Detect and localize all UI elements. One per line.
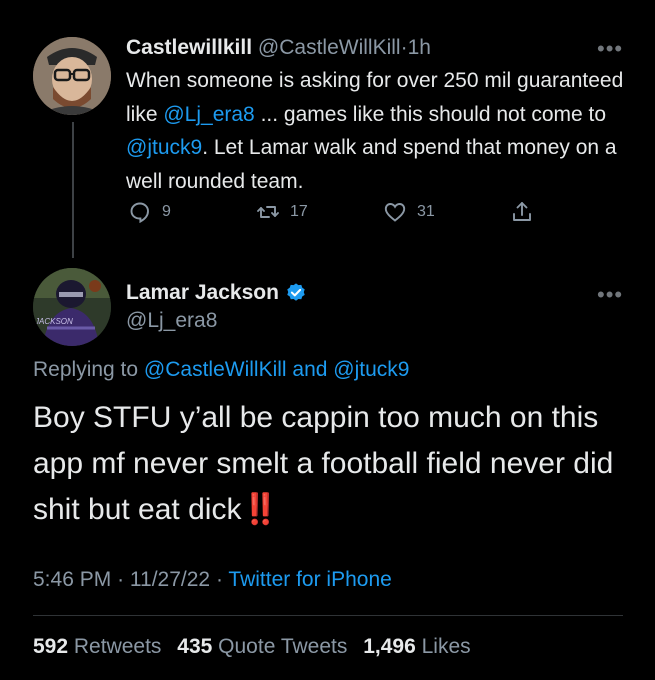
verified-badge-icon — [287, 283, 305, 301]
parent-text-part: ... games like this should not come to — [254, 102, 607, 126]
jersey-text: JACKSON — [34, 317, 73, 326]
quote-tweets-label: Quote Tweets — [218, 635, 348, 658]
meta-separator: · — [215, 568, 223, 591]
parent-display-name[interactable]: Castlewillkill — [126, 36, 252, 59]
double-exclamation-emoji: ‼️ — [241, 493, 279, 526]
retweets-label: Retweets — [73, 635, 162, 658]
parent-handle[interactable]: @CastleWillKill — [258, 36, 401, 59]
reply-target-link[interactable]: @CastleWillKill — [144, 358, 287, 381]
reply-button[interactable]: 9 — [128, 200, 171, 224]
parent-tweet-header: Castlewillkill @CastleWillKill·1h — [126, 36, 431, 60]
avatar[interactable] — [33, 37, 111, 115]
divider — [33, 615, 623, 616]
parent-time-separator: · — [400, 36, 408, 59]
reply-icon — [130, 202, 149, 224]
quote-tweets-stat[interactable]: 435 Quote Tweets — [177, 635, 347, 658]
parent-tweet-text: When someone is asking for over 250 mil … — [126, 64, 636, 198]
retweets-count: 592 — [33, 635, 69, 658]
tweet-time[interactable]: 5:46 PM — [33, 568, 111, 591]
avatar[interactable]: JACKSON — [33, 268, 111, 346]
retweet-button[interactable]: 17 — [256, 200, 308, 224]
likes-label: Likes — [421, 635, 471, 658]
engagement-stats: 592 Retweets 435 Quote Tweets 1,496 Like… — [33, 635, 471, 659]
parent-timestamp[interactable]: 1h — [408, 36, 431, 59]
retweets-stat[interactable]: 592 Retweets — [33, 635, 161, 658]
mention-link[interactable]: @Lj_era8 — [163, 103, 254, 126]
thread-connector-line — [72, 122, 74, 258]
meta-separator: · — [117, 568, 125, 591]
more-horizontal-icon[interactable]: ••• — [597, 284, 623, 306]
main-display-name[interactable]: Lamar Jackson — [126, 281, 279, 305]
share-button[interactable] — [510, 200, 544, 224]
mention-link[interactable]: @jtuck9 — [126, 136, 202, 159]
main-tweet-body: Boy STFU y’all be cappin too much on thi… — [33, 401, 614, 526]
retweet-count: 17 — [290, 203, 308, 220]
replying-and: and — [286, 358, 334, 381]
reply-target-link[interactable]: @jtuck9 — [333, 358, 409, 381]
quote-tweets-count: 435 — [177, 635, 213, 658]
reply-count: 9 — [162, 203, 171, 220]
tweet-meta: 5:46 PM · 11/27/22 · Twitter for iPhone — [33, 568, 392, 592]
likes-stat[interactable]: 1,496 Likes — [363, 635, 470, 658]
more-horizontal-icon[interactable]: ••• — [597, 38, 623, 60]
replying-prefix: Replying to — [33, 358, 144, 381]
main-handle[interactable]: @Lj_era8 — [126, 309, 217, 333]
likes-count: 1,496 — [363, 635, 416, 658]
main-display-name-row[interactable]: Lamar Jackson — [126, 281, 307, 305]
avatar-photo-castlewillkill — [33, 37, 111, 115]
tweet-source-link[interactable]: Twitter for iPhone — [228, 568, 391, 591]
retweet-icon — [257, 206, 279, 218]
main-tweet-text: Boy STFU y’all be cappin too much on thi… — [33, 395, 633, 533]
heart-icon — [384, 203, 406, 222]
avatar-photo-lamar-jackson: JACKSON — [33, 268, 111, 346]
replying-to-line: Replying to @CastleWillKill and @jtuck9 — [33, 358, 409, 382]
tweet-date[interactable]: 11/27/22 — [130, 568, 210, 591]
like-count: 31 — [417, 203, 435, 220]
share-icon — [513, 202, 531, 221]
like-button[interactable]: 31 — [383, 200, 435, 224]
